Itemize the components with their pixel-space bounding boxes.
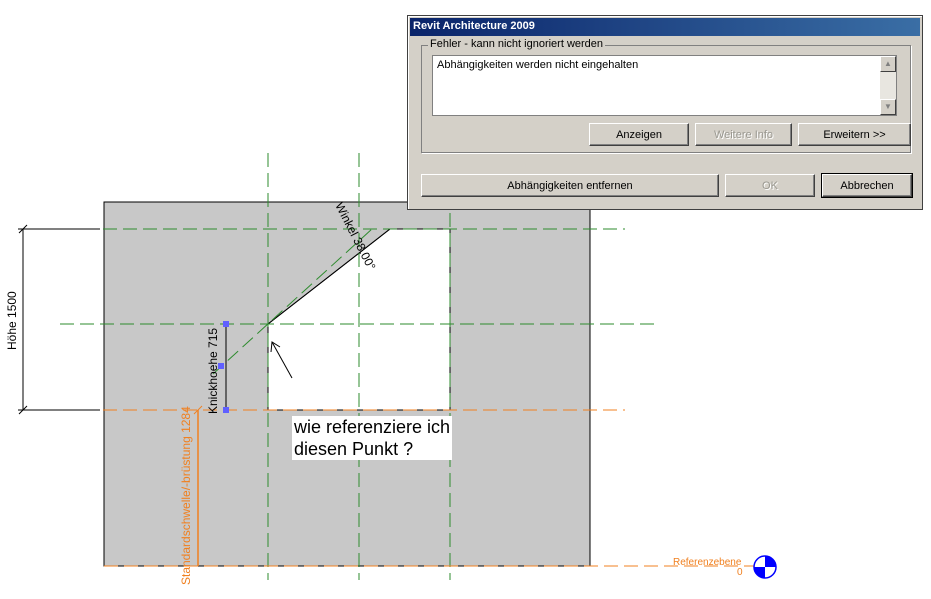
sill-label: Standardschwelle/-brüstung 1284 [179, 406, 193, 585]
error-group: Fehler - kann nicht ignoriert werden Abh… [421, 38, 911, 153]
remove-constraints-button[interactable]: Abhängigkeiten entfernen [421, 174, 719, 197]
expand-button[interactable]: Erweitern >> [798, 123, 911, 146]
annotation-line-2: diesen Punkt ? [294, 439, 414, 459]
more-info-button[interactable]: Weitere Info [695, 123, 792, 146]
knick-grip-bottom[interactable] [223, 407, 229, 413]
knick-dimension-label: Knickhoehe 715 [206, 328, 220, 414]
dialog-title: Revit Architecture 2009 [413, 20, 535, 32]
annotation-arrow-icon [270, 341, 293, 379]
message-scrollbar[interactable]: ▲ ▼ [880, 56, 896, 115]
error-message-box[interactable]: Abhängigkeiten werden nicht eingehalten … [432, 55, 897, 116]
height-dimension-label: Höhe 1500 [5, 291, 19, 350]
annotation-line-1: wie referenziere ich [294, 417, 451, 437]
ref-plane-value: 0 [737, 567, 743, 578]
annotation-text: wie referenziere ich diesen Punkt ? [292, 416, 453, 460]
error-message: Abhängigkeiten werden nicht eingehalten [437, 59, 639, 71]
cancel-button[interactable]: Abbrechen [821, 173, 913, 198]
scroll-up-icon[interactable]: ▲ [880, 56, 896, 72]
ref-plane-label: Referenzebene [673, 557, 742, 568]
scroll-down-icon[interactable]: ▼ [880, 99, 896, 115]
error-group-label: Fehler - kann nicht ignoriert werden [428, 38, 606, 50]
level-head-icon[interactable] [753, 555, 777, 579]
knick-grip-top[interactable] [223, 321, 229, 327]
show-button[interactable]: Anzeigen [589, 123, 689, 146]
wall-panel[interactable] [103, 201, 591, 567]
ok-button[interactable]: OK [725, 174, 815, 197]
dialog-titlebar[interactable]: Revit Architecture 2009 [410, 18, 920, 36]
error-dialog: Revit Architecture 2009 Fehler - kann ni… [407, 15, 923, 210]
